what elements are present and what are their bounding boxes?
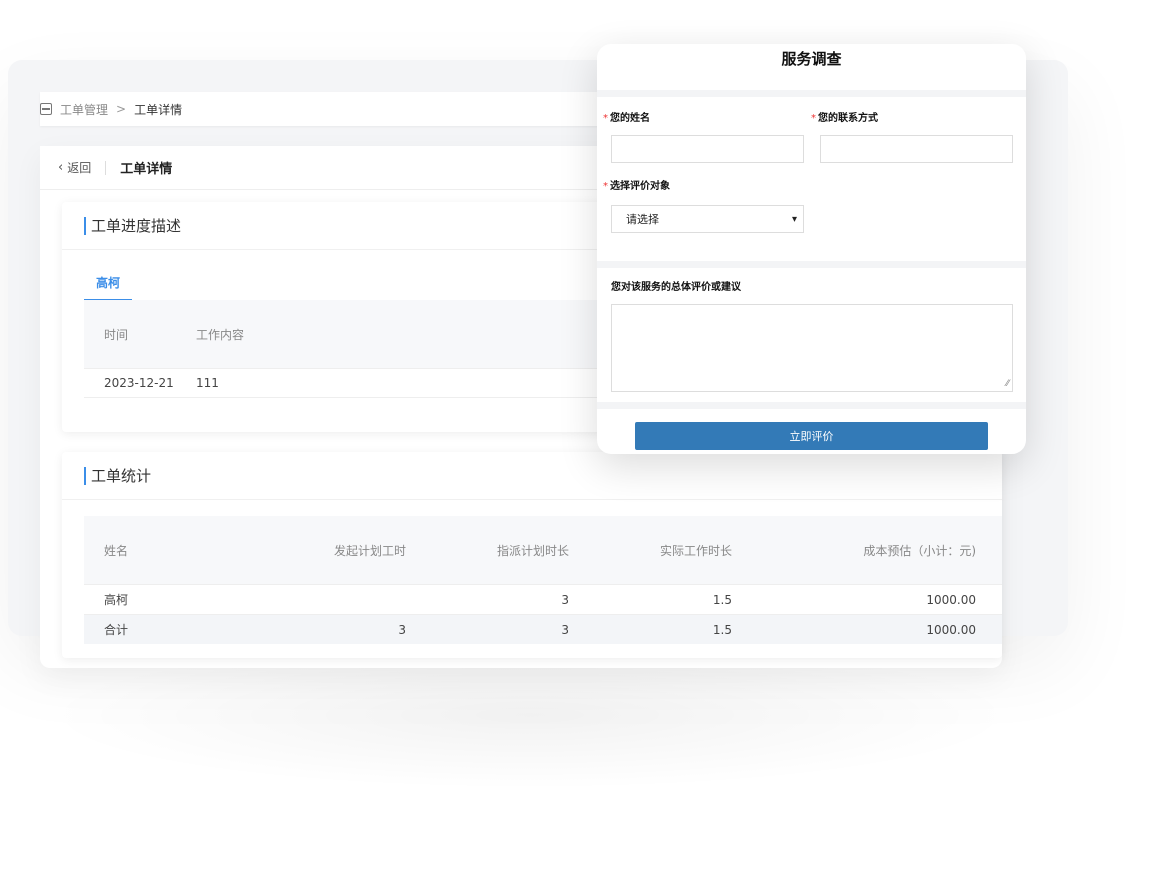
name-label: * 您的姓名 bbox=[603, 113, 650, 124]
column-header-actual-hours: 实际工作时长 bbox=[659, 543, 732, 558]
breadcrumb-current: 工单详情 bbox=[134, 102, 183, 117]
section-divider bbox=[597, 261, 1026, 268]
progress-tabs: 高柯 bbox=[84, 274, 133, 301]
contact-label: * 您的联系方式 bbox=[811, 113, 878, 124]
required-mark: * bbox=[811, 113, 816, 124]
breadcrumb: 工单管理 > 工单详情 bbox=[40, 92, 640, 126]
section-divider bbox=[597, 90, 1026, 97]
survey-contact-section: * 您的姓名 * 您的联系方式 * 选择评价对象 请选择 ▾ bbox=[597, 97, 1026, 261]
chevron-left-icon: ‹ bbox=[58, 160, 64, 175]
document-icon bbox=[40, 103, 52, 115]
chevron-down-icon: ▾ bbox=[791, 213, 797, 225]
column-header-cost: 成本预估（小计：元) bbox=[863, 543, 976, 558]
table-header: 时间 工作内容 bbox=[84, 300, 614, 368]
cell-assigned-hours: 3 bbox=[561, 592, 569, 607]
required-mark: * bbox=[603, 181, 608, 192]
cell-time: 2023-12-21 bbox=[104, 376, 174, 390]
table-row-total: 合计 3 3 1.5 1000.00 bbox=[84, 614, 1002, 644]
breadcrumb-parent[interactable]: 工单管理 bbox=[60, 101, 108, 118]
column-header-initiated-hours: 发起计划工时 bbox=[333, 543, 406, 558]
column-header-content: 工作内容 bbox=[196, 327, 245, 342]
column-header-time: 时间 bbox=[104, 327, 129, 342]
contact-input[interactable] bbox=[820, 135, 1013, 163]
target-label: * 选择评价对象 bbox=[603, 181, 670, 192]
stats-table: 姓名 发起计划工时 指派计划时长 实际工作时长 成本预估（小计：元) 高柯 3 … bbox=[84, 516, 1002, 644]
cell-name: 合计 bbox=[104, 623, 129, 637]
tab-gaoke[interactable]: 高柯 bbox=[84, 274, 133, 301]
column-header-assigned-hours: 指派计划时长 bbox=[496, 543, 569, 558]
cell-cost: 1000.00 bbox=[926, 622, 976, 637]
cell-cost: 1000.00 bbox=[926, 592, 976, 607]
table-row: 2023-12-21 111 bbox=[84, 368, 614, 398]
column-header-name: 姓名 bbox=[104, 543, 129, 558]
cell-name: 高柯 bbox=[104, 593, 129, 607]
title-accent-bar bbox=[84, 466, 86, 485]
required-mark: * bbox=[603, 113, 608, 124]
service-survey-dialog: 服务调查 * 您的姓名 * 您的联系方式 * 选择评价对象 请选择 ▾ 您对该服务的总… bbox=[597, 44, 1026, 454]
cell-actual-hours: 1.5 bbox=[712, 622, 732, 637]
stats-card-title: 工单统计 bbox=[91, 467, 152, 485]
table-header: 姓名 发起计划工时 指派计划时长 实际工作时长 成本预估（小计：元) bbox=[84, 516, 1002, 584]
feedback-textarea[interactable]: ⁄⁄ bbox=[611, 304, 1013, 392]
breadcrumb-separator: > bbox=[116, 102, 127, 116]
back-button[interactable]: ‹ 返回 bbox=[58, 159, 91, 176]
page-title: 工单详情 bbox=[120, 162, 173, 177]
cell-content: 111 bbox=[196, 376, 219, 390]
resize-grip-icon[interactable]: ⁄⁄ bbox=[1006, 379, 1009, 389]
section-divider bbox=[597, 402, 1026, 409]
back-label: 返回 bbox=[67, 161, 92, 175]
table-row: 高柯 3 1.5 1000.00 bbox=[84, 584, 1002, 614]
title-accent-bar bbox=[84, 216, 86, 235]
cell-initiated-hours: 3 bbox=[398, 622, 406, 637]
survey-title: 服务调查 bbox=[781, 50, 842, 68]
header-divider bbox=[105, 160, 107, 175]
progress-card-title: 工单进度描述 bbox=[91, 217, 182, 235]
target-select-value: 请选择 bbox=[626, 213, 659, 226]
submit-rating-button[interactable]: 立即评价 bbox=[635, 422, 988, 450]
stats-card-header: 工单统计 bbox=[62, 452, 1002, 500]
survey-feedback-section: 您对该服务的总体评价或建议 ⁄⁄ bbox=[597, 268, 1026, 402]
stats-card: 工单统计 姓名 发起计划工时 指派计划时长 实际工作时长 成本预估（小计：元) … bbox=[62, 452, 1002, 658]
cell-assigned-hours: 3 bbox=[561, 622, 569, 637]
name-input[interactable] bbox=[611, 135, 804, 163]
feedback-label: 您对该服务的总体评价或建议 bbox=[611, 282, 741, 293]
progress-table: 时间 工作内容 2023-12-21 111 bbox=[84, 300, 614, 398]
target-select[interactable]: 请选择 ▾ bbox=[611, 205, 804, 233]
cell-actual-hours: 1.5 bbox=[712, 592, 732, 607]
